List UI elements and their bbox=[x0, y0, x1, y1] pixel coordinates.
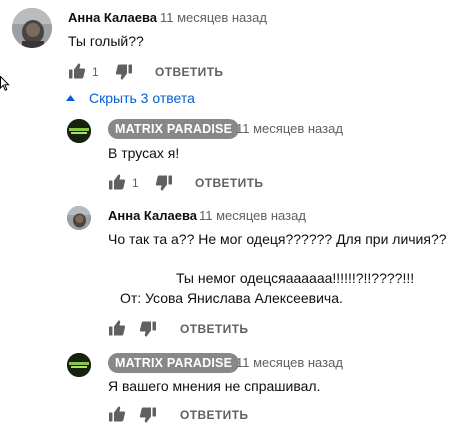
comment-text-line: Чо так та а?? Не мог одеця?????? Для при… bbox=[108, 231, 447, 247]
channel-owner-badge[interactable]: MATRIX PARADISE bbox=[108, 353, 240, 373]
channel-owner-badge[interactable]: MATRIX PARADISE bbox=[108, 119, 240, 139]
comment-author[interactable]: Анна Калаева bbox=[108, 208, 197, 223]
like-count: 1 bbox=[132, 176, 139, 190]
matrix-paradise-logo-icon bbox=[67, 353, 91, 377]
reply-button[interactable]: ОТВЕТИТЬ bbox=[180, 322, 248, 336]
dislike-icon[interactable] bbox=[139, 320, 157, 338]
avatar[interactable] bbox=[67, 206, 91, 230]
hide-replies-button[interactable]: Скрыть 3 ответа bbox=[66, 88, 195, 108]
hide-replies-label: Скрыть 3 ответа bbox=[89, 90, 195, 106]
like-icon[interactable] bbox=[108, 319, 126, 337]
like-count: 1 bbox=[92, 65, 99, 79]
comment-author[interactable]: Анна Калаева bbox=[68, 10, 157, 25]
reply-button[interactable]: ОТВЕТИТЬ bbox=[180, 408, 248, 422]
dislike-icon[interactable] bbox=[115, 63, 133, 81]
user-avatar-icon bbox=[12, 8, 52, 48]
comment-text-line: Ты немог одецсяаааааа!!!!!!?!!????!!! bbox=[176, 270, 415, 286]
matrix-paradise-logo-icon bbox=[67, 119, 91, 143]
reply-button[interactable]: ОТВЕТИТЬ bbox=[155, 65, 223, 79]
reply-button[interactable]: ОТВЕТИТЬ bbox=[195, 176, 263, 190]
comment-time[interactable]: 11 месяцев назад bbox=[236, 355, 343, 370]
comment-time[interactable]: 11 месяцев назад bbox=[236, 121, 343, 136]
dislike-icon[interactable] bbox=[155, 174, 173, 192]
user-avatar-icon bbox=[67, 206, 91, 230]
comment-text: Я вашего мнения не спрашивал. bbox=[108, 378, 321, 394]
like-icon[interactable] bbox=[108, 405, 126, 423]
dislike-icon[interactable] bbox=[139, 406, 157, 424]
comment-text-line: От: Усова Янислава Алексеевича. bbox=[120, 290, 343, 306]
comment-text: В трусах я! bbox=[108, 145, 180, 161]
avatar[interactable] bbox=[67, 119, 91, 143]
chevron-up-icon bbox=[66, 95, 75, 101]
comment-time[interactable]: 11 месяцев назад bbox=[199, 208, 306, 223]
like-icon[interactable] bbox=[108, 173, 126, 191]
avatar[interactable] bbox=[12, 8, 52, 48]
comment-time[interactable]: 11 месяцев назад bbox=[160, 10, 267, 25]
mouse-cursor-icon bbox=[0, 76, 10, 91]
like-icon[interactable] bbox=[68, 62, 86, 80]
avatar[interactable] bbox=[67, 353, 91, 377]
comment-text: Ты голый?? bbox=[68, 33, 144, 49]
